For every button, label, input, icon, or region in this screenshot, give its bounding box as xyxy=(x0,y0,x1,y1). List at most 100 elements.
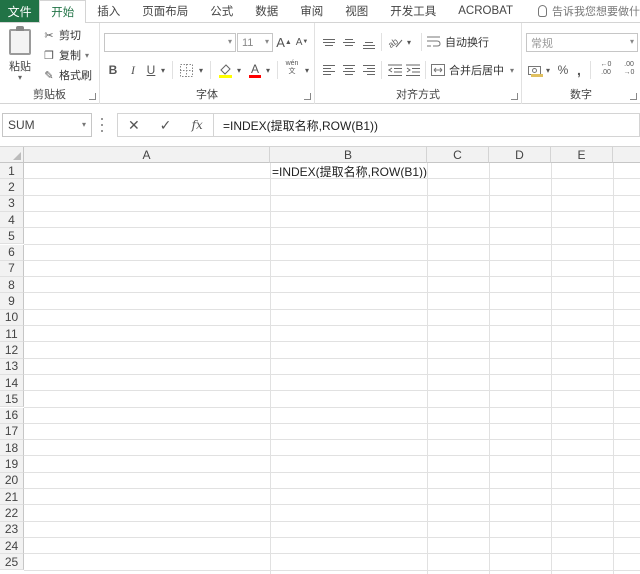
copy-button[interactable]: ❐ 复制 ▾ xyxy=(42,46,89,64)
merge-center-button[interactable]: 合并后居中 ▾ xyxy=(431,61,517,79)
chevron-down-icon[interactable]: ▾ xyxy=(264,61,272,79)
row-divider xyxy=(24,243,640,245)
row-header[interactable]: 23 xyxy=(0,521,24,538)
shrink-font-button[interactable]: A ▼ xyxy=(295,33,309,51)
row-header[interactable]: 1 xyxy=(0,163,24,180)
tab-developer[interactable]: 开发工具 xyxy=(379,0,447,22)
wrap-text-button[interactable]: 自动换行 xyxy=(427,33,517,51)
row-header[interactable]: 16 xyxy=(0,407,24,424)
row-header[interactable]: 8 xyxy=(0,277,24,294)
align-bottom-icon[interactable] xyxy=(361,33,377,51)
orientation-icon[interactable]: ab xyxy=(387,33,403,51)
row-header[interactable]: 24 xyxy=(0,537,24,555)
paste-button[interactable]: 粘贴 ▾ xyxy=(4,26,36,85)
row-header[interactable]: 21 xyxy=(0,489,24,506)
formula-input[interactable]: =INDEX(提取名称,ROW(B1)) xyxy=(213,113,640,137)
align-center-icon[interactable] xyxy=(341,61,357,79)
wrap-text-icon xyxy=(427,36,441,47)
row-header[interactable]: 19 xyxy=(0,456,24,473)
formula-bar-resize-handle[interactable] xyxy=(100,118,103,132)
column-header-c[interactable]: C xyxy=(427,147,489,163)
row-header[interactable]: 11 xyxy=(0,326,24,343)
tab-acrobat[interactable]: ACROBAT xyxy=(447,0,524,22)
name-box[interactable]: SUM ▾ xyxy=(2,113,92,137)
align-top-icon[interactable] xyxy=(321,33,337,51)
enter-icon[interactable]: ✓ xyxy=(150,117,182,134)
dialog-launcher-icon[interactable] xyxy=(89,93,96,100)
font-color-button[interactable]: A xyxy=(248,61,262,79)
dialog-launcher-icon[interactable] xyxy=(304,93,311,100)
row-header[interactable]: 17 xyxy=(0,423,24,441)
comma-style-button[interactable]: , xyxy=(574,61,584,79)
insert-function-icon[interactable]: fx xyxy=(181,118,213,132)
row-header[interactable]: 7 xyxy=(0,260,24,278)
row-header[interactable]: 22 xyxy=(0,505,24,522)
decrease-decimal-button[interactable]: .00 →0 xyxy=(619,60,639,78)
row-divider xyxy=(24,373,640,375)
decrease-indent-icon[interactable] xyxy=(387,61,403,79)
row-header[interactable]: 12 xyxy=(0,342,24,359)
row-header[interactable]: 13 xyxy=(0,358,24,375)
percent-button[interactable]: % xyxy=(556,61,570,79)
row-header[interactable]: 25 xyxy=(0,554,24,571)
font-size-combo[interactable]: 11 ▾ xyxy=(237,33,273,52)
align-left-icon[interactable] xyxy=(321,61,337,79)
italic-button[interactable]: I xyxy=(126,61,140,79)
tab-review[interactable]: 审阅 xyxy=(289,0,334,22)
chevron-down-icon[interactable]: ▾ xyxy=(235,61,243,79)
chevron-down-icon[interactable]: ▾ xyxy=(159,61,167,79)
chevron-down-icon[interactable]: ▾ xyxy=(544,61,552,79)
column-header-a[interactable]: A xyxy=(24,147,270,163)
dialog-launcher-icon[interactable] xyxy=(630,93,637,100)
accounting-format-icon[interactable] xyxy=(527,61,543,79)
align-middle-icon[interactable] xyxy=(341,33,357,51)
row-header[interactable]: 20 xyxy=(0,472,24,489)
tab-view[interactable]: 视图 xyxy=(334,0,379,22)
cell-b1[interactable]: =INDEX(提取名称,ROW(B1)) xyxy=(270,163,427,179)
increase-decimal-button[interactable]: ←0 .00 xyxy=(596,60,616,78)
tab-file[interactable]: 文件 xyxy=(0,0,40,22)
underline-button[interactable]: U xyxy=(144,61,158,79)
column-header-b[interactable]: B xyxy=(270,147,427,163)
row-header[interactable]: 10 xyxy=(0,309,24,326)
tab-home[interactable]: 开始 xyxy=(39,0,87,23)
row-header[interactable]: 18 xyxy=(0,440,24,457)
cancel-icon[interactable]: ✕ xyxy=(118,117,150,134)
font-name-combo[interactable]: ▾ xyxy=(104,33,236,52)
row-header[interactable]: 5 xyxy=(0,228,24,245)
cut-button[interactable]: ✂ 剪切 xyxy=(42,26,81,44)
row-header[interactable]: 3 xyxy=(0,195,24,212)
row-header[interactable]: 9 xyxy=(0,293,24,310)
align-right-icon[interactable] xyxy=(361,61,377,79)
tab-formulas[interactable]: 公式 xyxy=(199,0,244,22)
grow-font-button[interactable]: A ▲ xyxy=(276,33,292,51)
column-header-e[interactable]: E xyxy=(551,147,613,163)
tab-insert[interactable]: 插入 xyxy=(86,0,131,22)
select-all-button[interactable] xyxy=(0,147,24,163)
fill-color-icon[interactable] xyxy=(216,61,234,79)
chevron-down-icon[interactable]: ▾ xyxy=(303,61,311,79)
phonetic-guide-button[interactable]: wén 文 xyxy=(282,59,302,77)
row-header[interactable]: 4 xyxy=(0,211,24,229)
chevron-down-icon[interactable]: ▾ xyxy=(197,61,205,79)
row-header[interactable]: 2 xyxy=(0,179,24,196)
tell-me-box[interactable]: 告诉我您想要做什 xyxy=(524,0,640,22)
row-header[interactable]: 15 xyxy=(0,391,24,408)
group-number: 常规 ▾ ▾ % , ←0 .00 .00 →0 数字 xyxy=(522,23,640,104)
dialog-launcher-icon[interactable] xyxy=(511,93,518,100)
bold-button[interactable]: B xyxy=(106,61,120,79)
row-header[interactable]: 14 xyxy=(0,374,24,392)
cells-area[interactable]: =INDEX(提取名称,ROW(B1)) xyxy=(24,163,640,574)
borders-icon[interactable] xyxy=(178,61,194,79)
increase-indent-icon[interactable] xyxy=(405,61,421,79)
row-divider xyxy=(24,569,640,571)
tab-page-layout[interactable]: 页面布局 xyxy=(131,0,199,22)
column-header-f-partial[interactable] xyxy=(613,147,640,163)
ribbon-tab-bar: 文件 开始 插入 页面布局 公式 数据 审阅 视图 开发工具 ACROBAT 告… xyxy=(0,0,640,23)
column-header-d[interactable]: D xyxy=(489,147,551,163)
chevron-down-icon[interactable]: ▾ xyxy=(405,33,413,51)
format-painter-button[interactable]: ✎ 格式刷 xyxy=(42,66,92,84)
tab-data[interactable]: 数据 xyxy=(244,0,289,22)
row-header[interactable]: 6 xyxy=(0,244,24,261)
number-format-combo[interactable]: 常规 ▾ xyxy=(526,33,638,52)
